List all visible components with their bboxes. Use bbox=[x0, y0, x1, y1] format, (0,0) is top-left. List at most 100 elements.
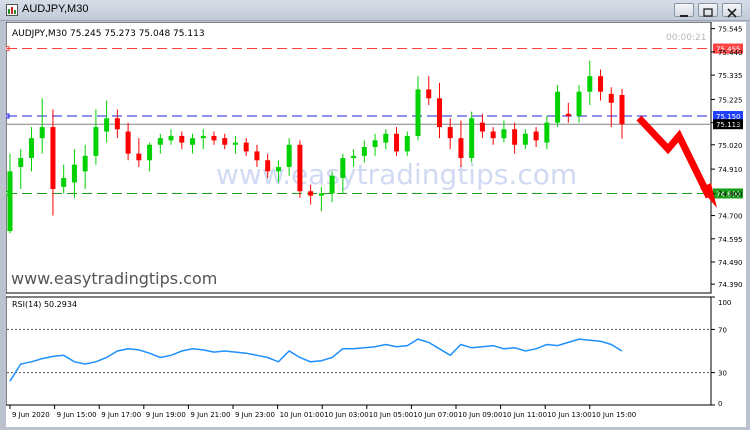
bearish-candle bbox=[490, 131, 496, 139]
bullish-candle bbox=[383, 133, 389, 143]
time-tick-label: 10 Jun 05:00 bbox=[369, 411, 413, 419]
time-tick-label: 10 Jun 13:00 bbox=[547, 411, 591, 419]
bullish-candle bbox=[318, 193, 324, 196]
bearish-candle bbox=[243, 142, 249, 152]
bullish-candle bbox=[61, 177, 67, 187]
price-tick-label: 74.800 bbox=[718, 190, 743, 198]
close-icon bbox=[727, 8, 737, 18]
rsi-tick-label: 0 bbox=[718, 400, 722, 408]
bearish-candle bbox=[394, 133, 400, 152]
bearish-candle bbox=[458, 138, 464, 159]
bearish-candle bbox=[479, 122, 485, 132]
price-tick-label: 75.120 bbox=[718, 120, 743, 128]
time-tick-label: 9 Jun 23:00 bbox=[235, 411, 275, 419]
bullish-candle bbox=[190, 138, 196, 145]
time-tick-label: 9 Jun 19:00 bbox=[146, 411, 186, 419]
minimize-icon bbox=[680, 15, 688, 17]
bullish-candle bbox=[18, 158, 24, 167]
bearish-candle bbox=[211, 135, 217, 141]
window-title: AUDJPY,M30 bbox=[22, 3, 89, 15]
bottom-left-watermark: www.easytradingtips.com bbox=[11, 269, 217, 288]
bullish-candle bbox=[501, 129, 507, 139]
price-tick-label: 75.440 bbox=[718, 49, 743, 57]
time-tick-label: 10 Jun 01:00 bbox=[280, 411, 324, 419]
bearish-candle bbox=[308, 191, 314, 196]
bearish-candle bbox=[222, 138, 228, 145]
bearish-candle bbox=[125, 131, 131, 154]
bullish-candle bbox=[340, 158, 346, 178]
bearish-candle bbox=[512, 129, 518, 145]
bullish-candle bbox=[28, 138, 34, 159]
bearish-candle bbox=[533, 131, 539, 141]
bearish-candle bbox=[447, 127, 453, 139]
bullish-candle bbox=[168, 135, 174, 141]
maximize-icon bbox=[703, 8, 713, 17]
price-tick-label: 75.020 bbox=[718, 142, 743, 150]
price-tick-label: 75.545 bbox=[718, 26, 743, 34]
bullish-candle bbox=[104, 118, 110, 132]
time-tick-label: 9 Jun 2020 bbox=[12, 411, 50, 419]
bearish-candle bbox=[426, 89, 432, 99]
bullish-candle bbox=[147, 144, 153, 161]
price-tick-label: 75.335 bbox=[718, 72, 743, 80]
bullish-candle bbox=[361, 146, 367, 156]
bullish-candle bbox=[372, 140, 378, 147]
countdown-timer: 00:00:21 bbox=[666, 33, 706, 43]
bearish-candle bbox=[619, 95, 625, 125]
window-titlebar[interactable]: AUDJPY,M30 bbox=[0, 0, 750, 21]
time-tick-label: 9 Jun 15:00 bbox=[57, 411, 97, 419]
time-tick-label: 10 Jun 11:00 bbox=[503, 411, 547, 419]
bullish-candle bbox=[7, 171, 13, 232]
bearish-candle bbox=[608, 93, 614, 103]
rsi-label: RSI(14) 50.2934 bbox=[12, 300, 77, 309]
bearish-candle bbox=[136, 153, 142, 161]
bearish-candle bbox=[598, 76, 604, 92]
time-tick-label: 9 Jun 17:00 bbox=[101, 411, 141, 419]
price-tick-label: 75.225 bbox=[718, 96, 743, 104]
chart-canvas[interactable]: AUDJPY,M30 75.245 75.273 75.048 75.113 0… bbox=[6, 22, 746, 427]
bullish-candle bbox=[544, 122, 550, 143]
rsi-tick-label: 30 bbox=[718, 370, 727, 378]
rsi-tick-label: 70 bbox=[718, 326, 727, 334]
bullish-candle bbox=[93, 127, 99, 156]
price-tick-label: 74.910 bbox=[718, 166, 743, 174]
bullish-candle bbox=[415, 89, 421, 136]
rsi-pane-border bbox=[6, 296, 712, 406]
bullish-candle bbox=[200, 135, 206, 139]
bullish-candle bbox=[275, 166, 281, 172]
maximize-button[interactable] bbox=[698, 3, 718, 17]
rsi-axis: 100 70 30 0 bbox=[711, 296, 731, 408]
price-tick-label: 74.490 bbox=[718, 259, 743, 267]
terminal-window: AUDJPY,M30 AUDJPY,M30 75.245 75.273 75.0… bbox=[0, 0, 750, 430]
time-tick-label: 9 Jun 21:00 bbox=[190, 411, 230, 419]
bullish-candle bbox=[157, 138, 163, 145]
bullish-candle bbox=[522, 133, 528, 145]
bearish-candle bbox=[50, 127, 56, 190]
bullish-candle bbox=[71, 164, 77, 183]
bearish-candle bbox=[565, 113, 571, 117]
bullish-candle bbox=[329, 175, 335, 194]
bullish-candle bbox=[351, 155, 357, 159]
close-button[interactable] bbox=[722, 3, 742, 18]
bearish-candle bbox=[297, 144, 303, 192]
chart-svg: AUDJPY,M30 75.245 75.273 75.048 75.113 0… bbox=[6, 22, 743, 419]
bullish-candle bbox=[469, 118, 475, 159]
symbol-readout: AUDJPY,M30 75.245 75.273 75.048 75.113 bbox=[12, 29, 205, 39]
price-tick-label: 74.595 bbox=[718, 236, 743, 244]
minimize-button[interactable] bbox=[674, 3, 694, 17]
time-tick-label: 10 Jun 07:00 bbox=[413, 411, 457, 419]
time-tick-label: 10 Jun 15:00 bbox=[592, 411, 636, 419]
price-tick-label: 74.390 bbox=[718, 281, 743, 289]
bullish-candle bbox=[404, 135, 410, 152]
bullish-candle bbox=[232, 142, 238, 145]
time-axis: 9 Jun 2020 9 Jun 15:00 9 Jun 17:00 9 Jun 19… bbox=[9, 405, 636, 419]
bullish-candle bbox=[555, 91, 561, 123]
price-axis: 75.545 75.440 75.335 75.225 75.120 75.020 74.9… bbox=[711, 26, 743, 289]
bearish-candle bbox=[254, 151, 260, 161]
bullish-candle bbox=[587, 76, 593, 92]
bearish-candle bbox=[179, 135, 185, 143]
time-tick-label: 10 Jun 03:00 bbox=[324, 411, 368, 419]
bullish-candle bbox=[39, 127, 45, 139]
chart-window-icon bbox=[6, 4, 18, 16]
bearish-candle bbox=[265, 160, 271, 172]
